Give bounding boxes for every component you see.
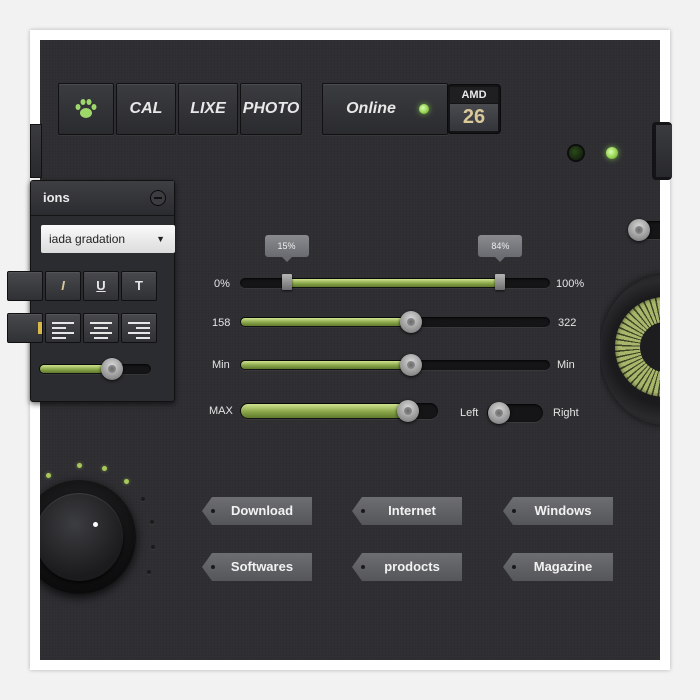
tag-windows[interactable]: Windows	[503, 497, 613, 525]
italic-label: I	[61, 278, 65, 293]
toolbar-button-label: CAL	[129, 100, 163, 117]
right-edge-controls	[600, 200, 660, 450]
range-max-label: 100%	[556, 278, 585, 290]
tag-softwares[interactable]: Softwares	[202, 553, 312, 581]
volume-knob[interactable]	[40, 480, 136, 594]
align-center-button[interactable]	[83, 313, 119, 343]
value-slider-min-label: 158	[212, 317, 231, 329]
active-marker	[38, 322, 42, 334]
gradation-select-value: iada gradation	[49, 232, 126, 246]
tag-prodocts[interactable]: prodocts	[352, 553, 462, 581]
toggle-right-label: Right	[553, 407, 579, 419]
knob-level-tick	[102, 466, 107, 471]
toolbar-button-label: PHOTO	[242, 100, 300, 117]
amd-label: AMD	[450, 87, 498, 103]
range-high-tooltip: 84%	[478, 235, 523, 262]
min-slider-track[interactable]	[240, 360, 550, 370]
dial-gauge[interactable]	[600, 275, 660, 425]
value-slider-max-label: 322	[558, 317, 577, 329]
value-slider-fill	[241, 318, 410, 326]
knob-level-tick-off	[141, 497, 145, 501]
amd-badge: AMD 26	[448, 85, 500, 133]
tag-internet[interactable]: Internet	[352, 497, 462, 525]
tag-magazine[interactable]: Magazine	[503, 553, 613, 581]
online-led-indicator	[419, 104, 429, 114]
range-low-handle[interactable]	[281, 274, 292, 290]
align-left-icon	[52, 322, 74, 342]
value-slider-track[interactable]	[240, 317, 550, 327]
tag-download[interactable]: Download	[202, 497, 312, 525]
minimize-icon[interactable]	[150, 190, 166, 206]
knob-level-tick	[46, 473, 51, 478]
led-off-indicator	[569, 146, 583, 160]
volume-knob-cap	[40, 493, 123, 581]
min-slider-right-label: Min	[557, 359, 575, 371]
knob-level-tick	[124, 479, 129, 484]
toolbar-button-cal[interactable]: CAL	[116, 83, 176, 135]
options-slider-track[interactable]	[39, 364, 151, 374]
align-right-button[interactable]	[121, 313, 157, 343]
volume-knob-area	[40, 440, 180, 660]
tag-hole	[211, 565, 215, 569]
toolbar-partial-button-left[interactable]	[30, 124, 42, 178]
toolbar-button-photo[interactable]: PHOTO	[240, 83, 302, 135]
volume-knob-indicator	[93, 522, 98, 527]
align-justify-button-partial[interactable]	[7, 313, 43, 343]
toggle-left-label: Left	[460, 407, 479, 419]
tag-hole	[211, 509, 215, 513]
online-button[interactable]: Online	[322, 83, 448, 135]
strikethrough-button[interactable]: T	[121, 271, 157, 301]
tag-label: Download	[230, 503, 294, 518]
align-left-button[interactable]	[45, 313, 81, 343]
value-slider-knob[interactable]	[399, 311, 422, 333]
range-high-handle[interactable]	[495, 274, 506, 290]
underline-button[interactable]: U	[83, 271, 119, 301]
knob-level-tick-off	[151, 545, 155, 549]
options-window-title: ions	[43, 190, 70, 205]
paw-button[interactable]	[58, 83, 114, 135]
toolbar-button-lixe[interactable]: LIXE	[178, 83, 238, 135]
tag-hole	[512, 509, 516, 513]
tag-hole	[512, 565, 516, 569]
toolbar-button-label: LIXE	[190, 100, 226, 117]
tag-hole	[361, 565, 365, 569]
right-toggle-knob[interactable]	[628, 219, 650, 241]
knob-level-tick	[77, 463, 82, 468]
tag-hole	[361, 509, 365, 513]
underline-label: U	[96, 278, 106, 293]
range-slider-fill	[286, 279, 501, 287]
toggle-knob[interactable]	[488, 402, 510, 424]
max-slider-label: MAX	[209, 405, 233, 417]
online-label: Online	[346, 100, 396, 117]
chevron-down-icon: ▼	[156, 234, 165, 244]
range-low-tooltip: 15%	[264, 235, 309, 262]
align-center-icon	[90, 322, 112, 342]
paw-icon	[75, 99, 97, 118]
align-right-icon	[128, 322, 150, 342]
max-slider-fill	[241, 404, 408, 418]
led-on-indicator	[606, 147, 618, 159]
range-min-label: 0%	[214, 278, 230, 290]
tag-label: Internet	[388, 503, 436, 518]
amd-value: 26	[450, 104, 498, 131]
gradation-select[interactable]: iada gradation ▼	[41, 225, 175, 253]
min-slider-knob[interactable]	[399, 354, 422, 376]
min-slider-left-label: Min	[212, 359, 230, 371]
toolbar-partial-button-right[interactable]	[652, 122, 672, 180]
options-window-header: ions	[31, 181, 174, 216]
options-slider-knob[interactable]	[100, 358, 123, 380]
options-window: ions iada gradation ▼ I U T	[7, 180, 175, 402]
tag-label: Windows	[534, 503, 592, 518]
tag-label: prodocts	[384, 559, 440, 574]
italic-button[interactable]: I	[45, 271, 81, 301]
text-format-label: T	[135, 278, 143, 293]
min-slider-fill	[241, 361, 410, 369]
tag-label: Magazine	[533, 559, 593, 574]
tag-label: Softwares	[230, 559, 294, 574]
format-button-partial[interactable]	[7, 271, 43, 301]
knob-level-tick-off	[150, 520, 154, 524]
knob-level-tick-off	[147, 570, 151, 574]
